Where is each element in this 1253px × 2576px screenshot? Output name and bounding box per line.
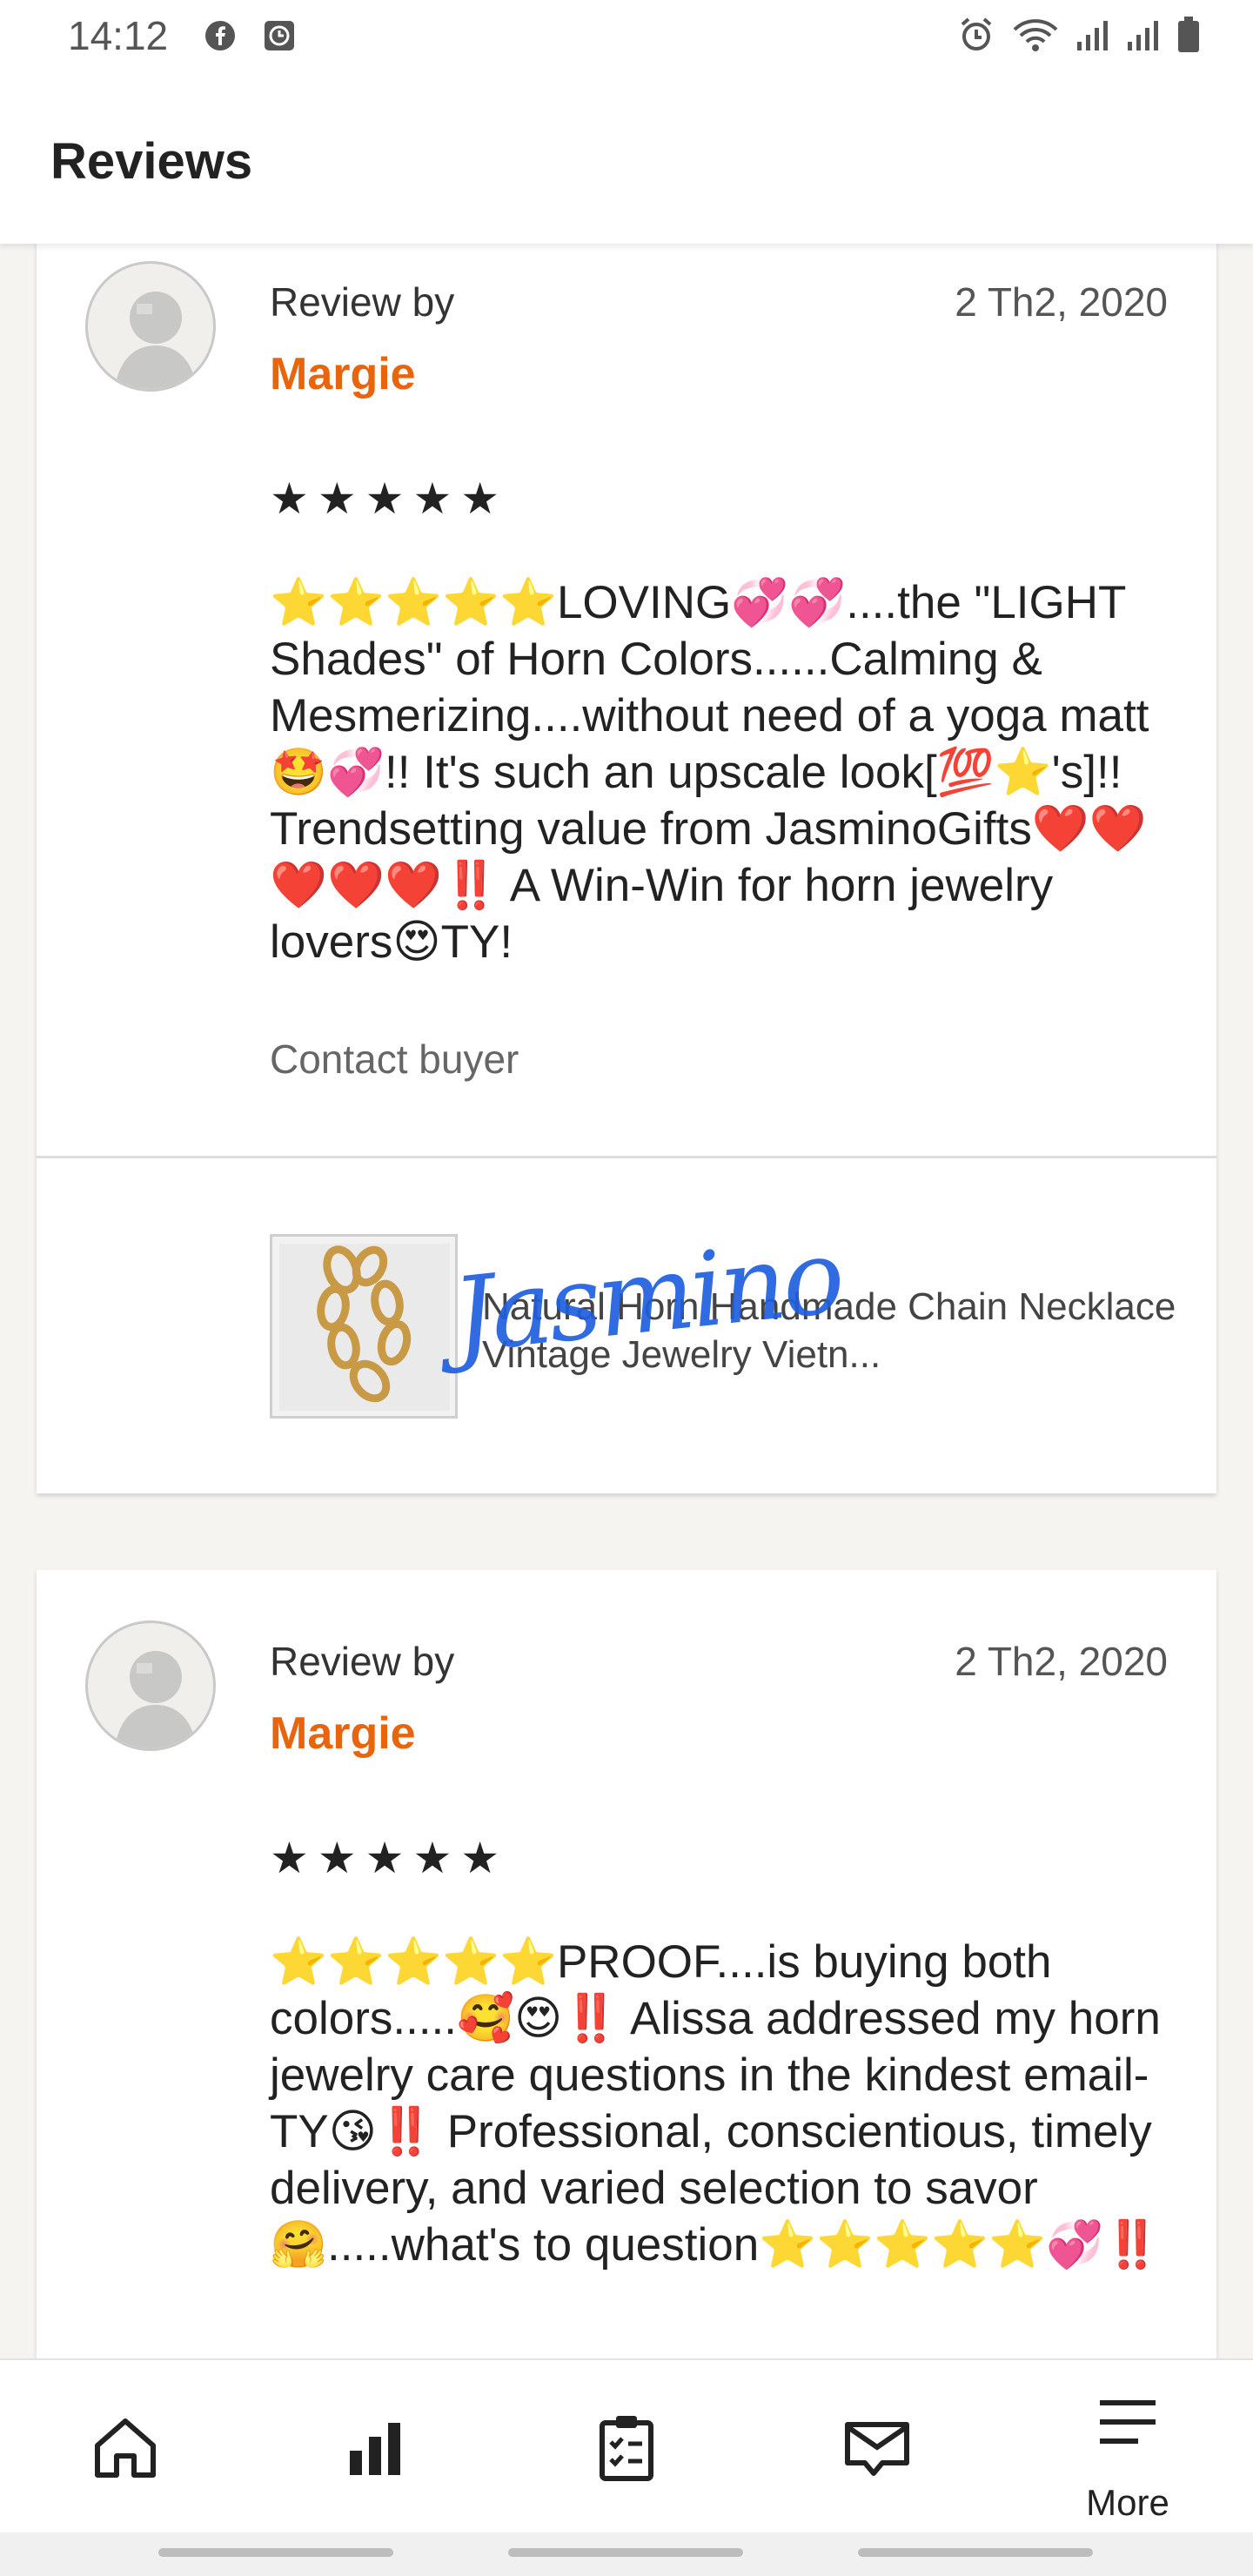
orders-icon [600, 2416, 653, 2481]
review-date: 2 Th2, 2020 [955, 279, 1168, 325]
avatar[interactable] [85, 261, 216, 392]
review-card: Review by Margie 2 Th2, 2020 ★★★★★ ⭐⭐⭐⭐⭐… [37, 1570, 1216, 2405]
recent-apps-handle[interactable] [158, 2548, 393, 2557]
nav-stats[interactable] [251, 2360, 501, 2534]
reviewer-name[interactable]: Margie [270, 348, 416, 400]
review-by-label: Review by [270, 279, 455, 325]
star-rating: ★★★★★ [270, 474, 509, 523]
signal-icon-2 [1126, 17, 1161, 57]
battery-icon [1176, 16, 1201, 58]
home-icon [95, 2418, 156, 2478]
star-rating: ★★★★★ [270, 1834, 509, 1882]
review-text: ⭐⭐⭐⭐⭐PROOF....is buying both colors.....… [270, 1936, 1162, 2271]
back-handle[interactable] [858, 2548, 1093, 2557]
review-card: Review by Margie 2 Th2, 2020 ★★★★★ ⭐⭐⭐⭐⭐… [37, 200, 1216, 1493]
bottom-nav: More [0, 2358, 1253, 2534]
page-title: Reviews [50, 133, 253, 190]
contact-buyer-link[interactable]: Contact buyer [270, 1036, 519, 1083]
avatar[interactable] [85, 1620, 216, 1751]
home-handle[interactable] [508, 2548, 743, 2557]
divider [37, 1156, 1216, 1158]
system-gesture-bar [0, 2532, 1253, 2576]
signal-icon [1075, 17, 1110, 57]
status-time: 14:12 [68, 13, 169, 58]
nav-orders[interactable] [501, 2360, 752, 2534]
status-bar: 14:12 [0, 0, 1253, 73]
clock-app-icon [263, 19, 296, 52]
nav-more[interactable]: More [1002, 2360, 1253, 2534]
nav-messages[interactable] [752, 2360, 1002, 2534]
review-text: ⭐⭐⭐⭐⭐LOVING💞💞....the "LIGHT Shades" of H… [270, 577, 1149, 968]
nav-home[interactable] [0, 2360, 251, 2534]
app-header: Reviews [0, 73, 1253, 244]
menu-icon [1100, 2400, 1156, 2444]
stats-icon [350, 2423, 400, 2475]
facebook-icon [204, 19, 237, 52]
alarm-icon [957, 16, 995, 58]
review-date: 2 Th2, 2020 [955, 1639, 1168, 1684]
wifi-icon [1011, 16, 1060, 58]
reviewer-name[interactable]: Margie [270, 1707, 416, 1760]
messages-icon [845, 2422, 909, 2476]
nav-more-label: More [1086, 2482, 1169, 2523]
product-thumbnail[interactable] [270, 1234, 458, 1419]
review-by-label: Review by [270, 1639, 455, 1684]
